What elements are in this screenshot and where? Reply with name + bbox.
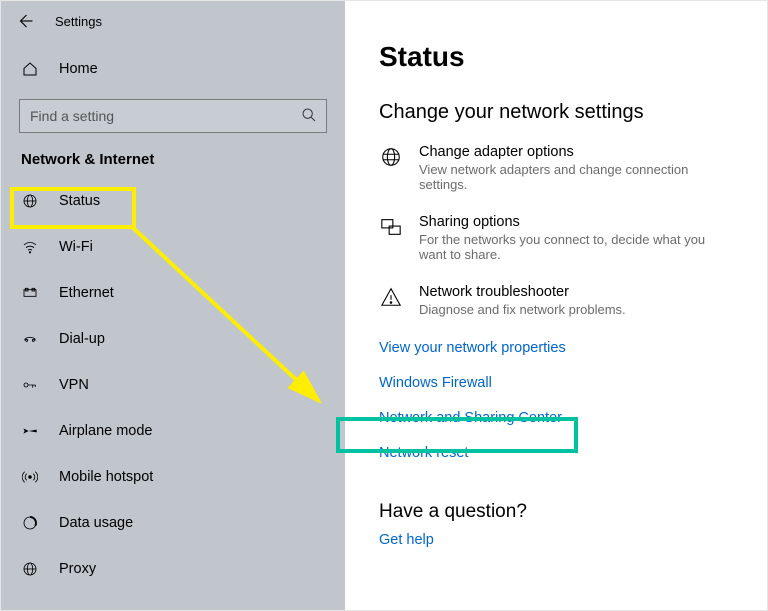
airplane-icon bbox=[21, 423, 39, 439]
sharing-icon bbox=[379, 216, 403, 240]
titlebar: Settings bbox=[1, 1, 345, 41]
globe-icon bbox=[21, 193, 39, 209]
link-windows-firewall[interactable]: Windows Firewall bbox=[379, 375, 492, 391]
link-network-properties[interactable]: View your network properties bbox=[379, 340, 566, 356]
link-network-reset[interactable]: Network reset bbox=[379, 445, 468, 461]
nav-list: Status Wi-Fi Ethernet Dial-up bbox=[1, 178, 345, 592]
search-input[interactable] bbox=[19, 99, 327, 133]
globe-icon bbox=[379, 146, 403, 170]
nav-label: Ethernet bbox=[59, 285, 114, 301]
option-title: Network troubleshooter bbox=[419, 284, 626, 300]
option-desc: View network adapters and change connect… bbox=[419, 162, 733, 192]
nav-item-dialup[interactable]: Dial-up bbox=[1, 316, 345, 362]
nav-item-wifi[interactable]: Wi-Fi bbox=[1, 224, 345, 270]
option-desc: Diagnose and fix network problems. bbox=[419, 302, 626, 317]
nav-label: Status bbox=[59, 193, 100, 209]
sidebar: Settings Home Network & Internet Status bbox=[1, 1, 345, 610]
nav-item-datausage[interactable]: Data usage bbox=[1, 500, 345, 546]
home-icon bbox=[21, 61, 39, 77]
page-title: Status bbox=[379, 41, 733, 73]
link-get-help[interactable]: Get help bbox=[379, 532, 434, 548]
hotspot-icon bbox=[21, 469, 39, 485]
link-network-sharing-center[interactable]: Network and Sharing Center bbox=[379, 410, 562, 426]
proxy-icon bbox=[21, 561, 39, 577]
nav-item-vpn[interactable]: VPN bbox=[1, 362, 345, 408]
subheading: Change your network settings bbox=[379, 101, 733, 124]
nav-label: Data usage bbox=[59, 515, 133, 531]
nav-label: Wi-Fi bbox=[59, 239, 93, 255]
option-desc: For the networks you connect to, decide … bbox=[419, 232, 733, 262]
wifi-icon bbox=[21, 239, 39, 255]
vpn-icon bbox=[21, 377, 39, 393]
nav-label: Proxy bbox=[59, 561, 96, 577]
search-container bbox=[1, 99, 345, 133]
option-title: Change adapter options bbox=[419, 144, 733, 160]
dialup-icon bbox=[21, 331, 39, 347]
nav-label: Mobile hotspot bbox=[59, 469, 153, 485]
window-title: Settings bbox=[55, 14, 102, 29]
option-sharing[interactable]: Sharing options For the networks you con… bbox=[379, 214, 733, 262]
home-label: Home bbox=[59, 61, 98, 77]
nav-label: Airplane mode bbox=[59, 423, 153, 439]
option-adapter[interactable]: Change adapter options View network adap… bbox=[379, 144, 733, 192]
main-content: Status Change your network settings Chan… bbox=[345, 1, 767, 610]
option-title: Sharing options bbox=[419, 214, 733, 230]
section-header: Network & Internet bbox=[1, 133, 345, 178]
nav-label: VPN bbox=[59, 377, 89, 393]
nav-label: Dial-up bbox=[59, 331, 105, 347]
ethernet-icon bbox=[21, 285, 39, 301]
nav-item-status[interactable]: Status bbox=[1, 178, 345, 224]
nav-item-airplane[interactable]: Airplane mode bbox=[1, 408, 345, 454]
nav-item-proxy[interactable]: Proxy bbox=[1, 546, 345, 592]
warning-icon bbox=[379, 286, 403, 310]
back-button[interactable] bbox=[11, 7, 39, 35]
option-troubleshooter[interactable]: Network troubleshooter Diagnose and fix … bbox=[379, 284, 733, 317]
home-nav[interactable]: Home bbox=[1, 49, 345, 89]
arrow-left-icon bbox=[16, 12, 34, 30]
question-heading: Have a question? bbox=[379, 501, 733, 523]
search-icon bbox=[301, 107, 317, 123]
nav-item-hotspot[interactable]: Mobile hotspot bbox=[1, 454, 345, 500]
datausage-icon bbox=[21, 515, 39, 531]
nav-item-ethernet[interactable]: Ethernet bbox=[1, 270, 345, 316]
